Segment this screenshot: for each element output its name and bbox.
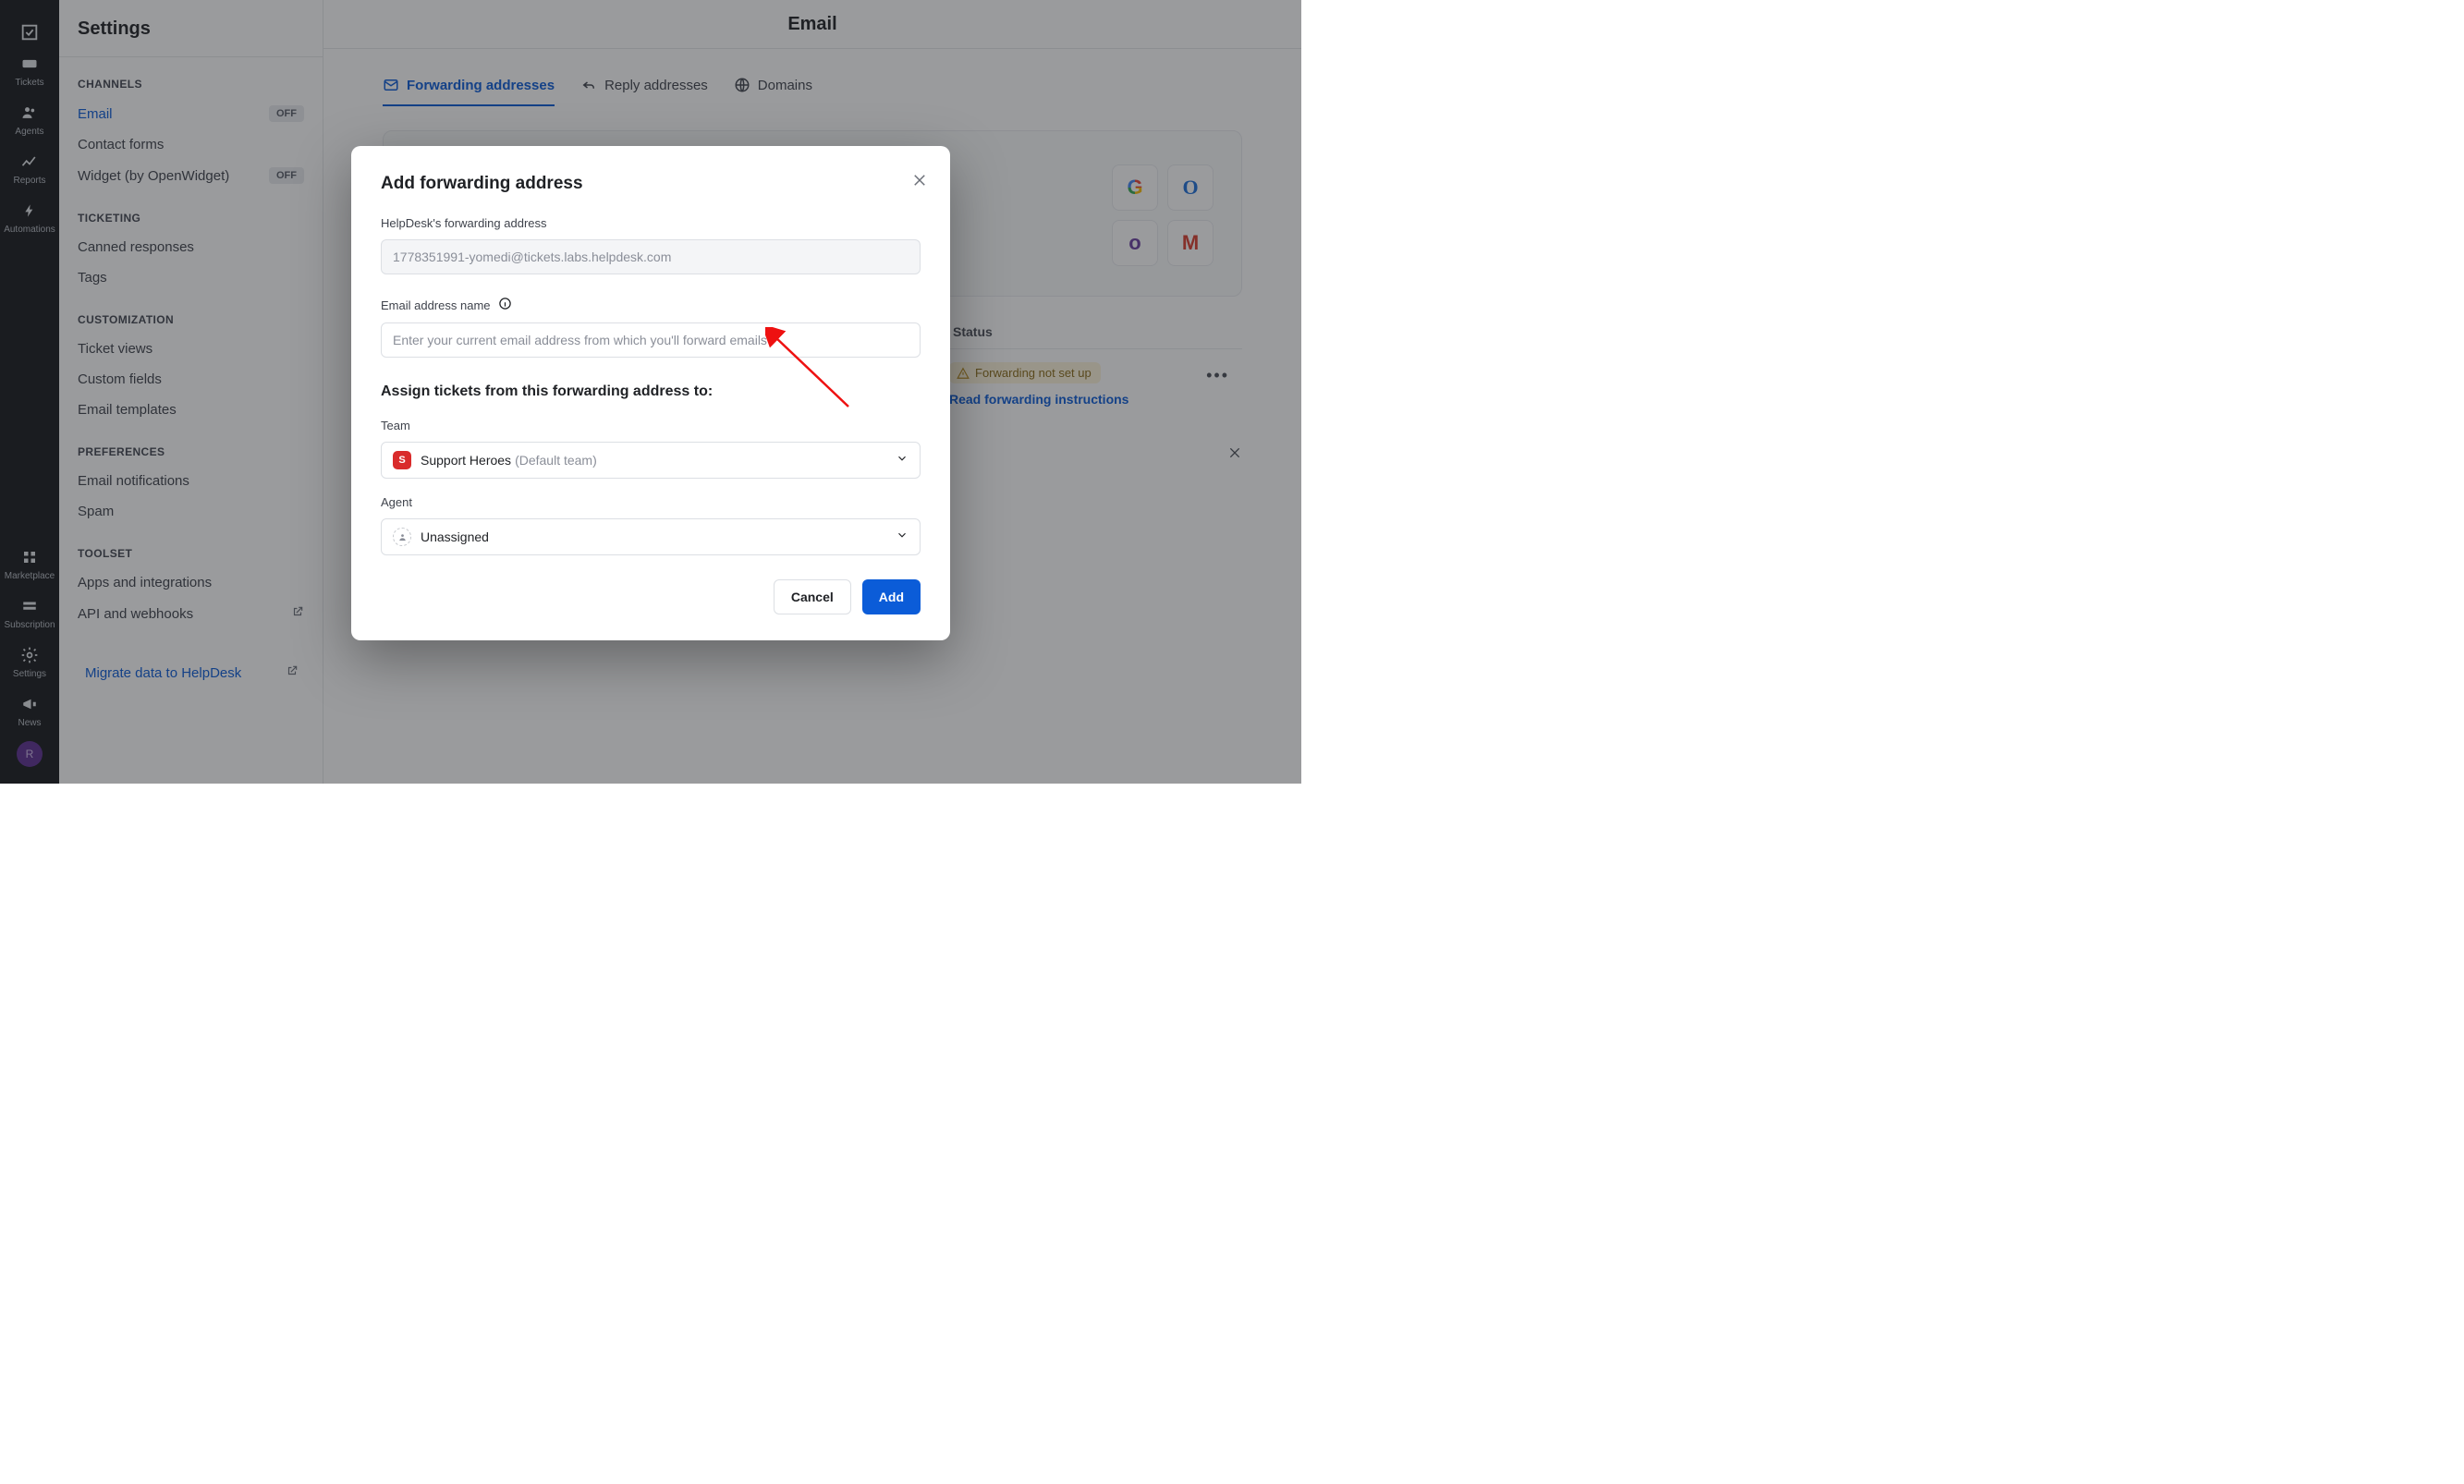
- chevron-down-icon: [896, 452, 909, 469]
- team-default-note: (Default team): [515, 453, 597, 468]
- fwd-address-label: HelpDesk's forwarding address: [381, 216, 921, 230]
- agent-select[interactable]: Unassigned: [381, 518, 921, 555]
- team-label: Team: [381, 419, 921, 432]
- fwd-address-input[interactable]: [381, 239, 921, 274]
- info-icon[interactable]: [498, 297, 512, 313]
- person-icon: [393, 528, 411, 546]
- assign-heading: Assign tickets from this forwarding addr…: [381, 383, 921, 400]
- chevron-down-icon: [896, 529, 909, 546]
- team-select[interactable]: S Support Heroes (Default team): [381, 442, 921, 479]
- modal-title: Add forwarding address: [381, 174, 921, 194]
- close-icon[interactable]: [911, 172, 928, 193]
- add-button[interactable]: Add: [862, 579, 921, 614]
- email-name-label: Email address name: [381, 297, 921, 313]
- agent-label: Agent: [381, 495, 921, 509]
- agent-name: Unassigned: [421, 529, 489, 544]
- team-avatar: S: [393, 451, 411, 469]
- team-name: Support Heroes: [421, 453, 511, 468]
- cancel-button[interactable]: Cancel: [774, 579, 851, 614]
- modal-add-forwarding: Add forwarding address HelpDesk's forwar…: [351, 146, 950, 640]
- email-name-input[interactable]: [381, 322, 921, 358]
